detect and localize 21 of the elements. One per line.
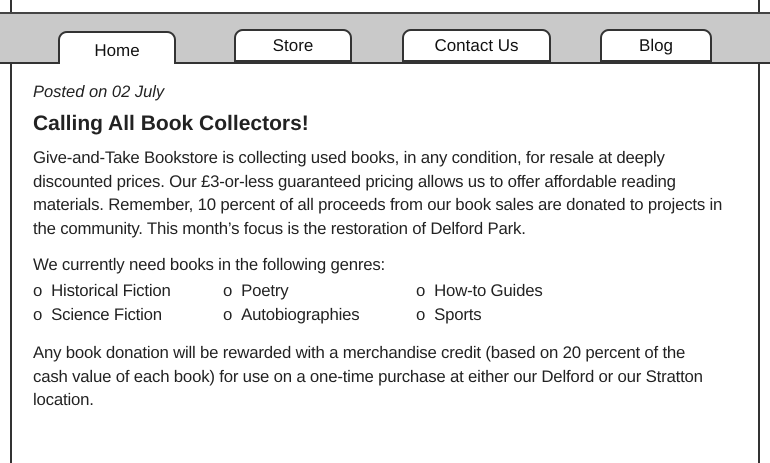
genre-item: Science Fiction xyxy=(51,304,162,326)
post-title: Calling All Book Collectors! xyxy=(33,111,310,137)
bullet-marker: o xyxy=(223,304,232,326)
post-paragraph: Any book donation will be rewarded with a merchandise credit (based on 20 percent of the cash value of each book) for use on a one-time purchase at either our Delford or our Stratton location. xyxy=(33,342,704,411)
nav-tab[interactable]: Store xyxy=(234,29,352,62)
bullet-marker: o xyxy=(33,280,42,302)
post-date: Posted on 02 July xyxy=(33,82,166,102)
bullet-marker: o xyxy=(223,280,232,302)
bullet-marker: o xyxy=(416,304,426,326)
post-paragraph: Give-and-Take Bookstore is collecting used books, in any condition, for resale at deeply discounted prices. Our £3-or-less guaranteed pricing allows us to offer affordable reading materials. Remember, 10 percent of all proceeds from our book sales are donated to projects in the community. This month’s focus is the restoration of Delford Park. xyxy=(33,147,724,240)
nav-tab[interactable]: Home xyxy=(58,31,176,64)
genre-item: Poetry xyxy=(241,280,288,302)
nav-tab[interactable]: Blog xyxy=(600,29,712,62)
genres-heading: We currently need books in the following genres: xyxy=(33,254,386,276)
bullet-marker: o xyxy=(416,280,426,302)
genre-item: Sports xyxy=(434,304,482,326)
genre-item: Autobiographies xyxy=(241,304,360,326)
genre-item: Historical Fiction xyxy=(51,280,171,302)
nav-tab[interactable]: Contact Us xyxy=(402,29,551,62)
bullet-marker: o xyxy=(33,304,42,326)
genre-item: How-to Guides xyxy=(434,280,543,302)
